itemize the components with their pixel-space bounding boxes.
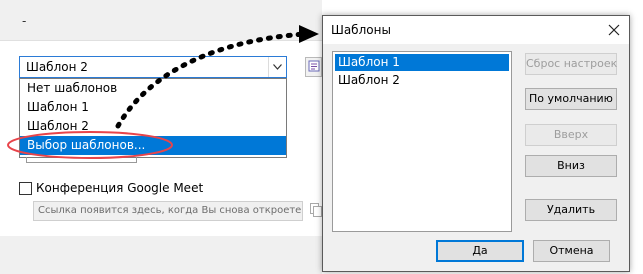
move-up-button[interactable]: Вверх	[525, 124, 617, 146]
background-top-panel: -	[0, 0, 322, 41]
template-combobox[interactable]: Шаблон 2	[19, 56, 287, 78]
dropdown-option-template-1[interactable]: Шаблон 1	[20, 98, 286, 117]
cancel-button[interactable]: Отмена	[533, 240, 610, 262]
template-settings-icon[interactable]	[305, 57, 322, 77]
templates-list-item-1[interactable]: Шаблон 1	[335, 54, 509, 71]
hidden-field-edge	[26, 157, 137, 163]
google-meet-label: Конференция Google Meet	[36, 181, 204, 195]
dialog-title: Шаблоны	[331, 23, 391, 37]
chevron-down-icon[interactable]	[268, 57, 286, 77]
dropdown-option-choose-templates[interactable]: Выбор шаблонов...	[20, 136, 286, 155]
background-bottom-panel	[0, 236, 322, 274]
templates-list-item-2[interactable]: Шаблон 2	[335, 72, 509, 89]
dropdown-option-template-2[interactable]: Шаблон 2	[20, 117, 286, 136]
close-icon[interactable]	[607, 23, 621, 37]
move-down-button[interactable]: Вниз	[525, 155, 617, 177]
template-combobox-value: Шаблон 2	[26, 60, 88, 74]
meet-link-field: Ссылка появится здесь, когда Вы снова от…	[33, 201, 303, 221]
google-meet-checkbox[interactable]	[19, 181, 32, 195]
copy-icon[interactable]	[310, 203, 322, 217]
dialog-titlebar: Шаблоны	[323, 16, 629, 44]
ok-button[interactable]: Да	[436, 240, 524, 262]
google-meet-row[interactable]: Конференция Google Meet	[19, 180, 203, 196]
default-button[interactable]: По умолчанию	[525, 88, 617, 110]
dropdown-option-no-templates[interactable]: Нет шаблонов	[20, 79, 286, 98]
template-dropdown-list: Нет шаблонов Шаблон 1 Шаблон 2 Выбор шаб…	[19, 78, 287, 158]
delete-button[interactable]: Удалить	[525, 199, 617, 221]
background-window: - Шаблон 2 Нет шаблонов Шаблон 1 Шаблон …	[0, 0, 322, 274]
templates-dialog: Шаблоны Шаблон 1 Шаблон 2 Сброс настроек…	[322, 15, 630, 272]
reset-settings-button[interactable]: Сброс настроек	[525, 53, 617, 75]
dash-text: -	[22, 14, 27, 28]
templates-list: Шаблон 1 Шаблон 2	[332, 51, 512, 232]
